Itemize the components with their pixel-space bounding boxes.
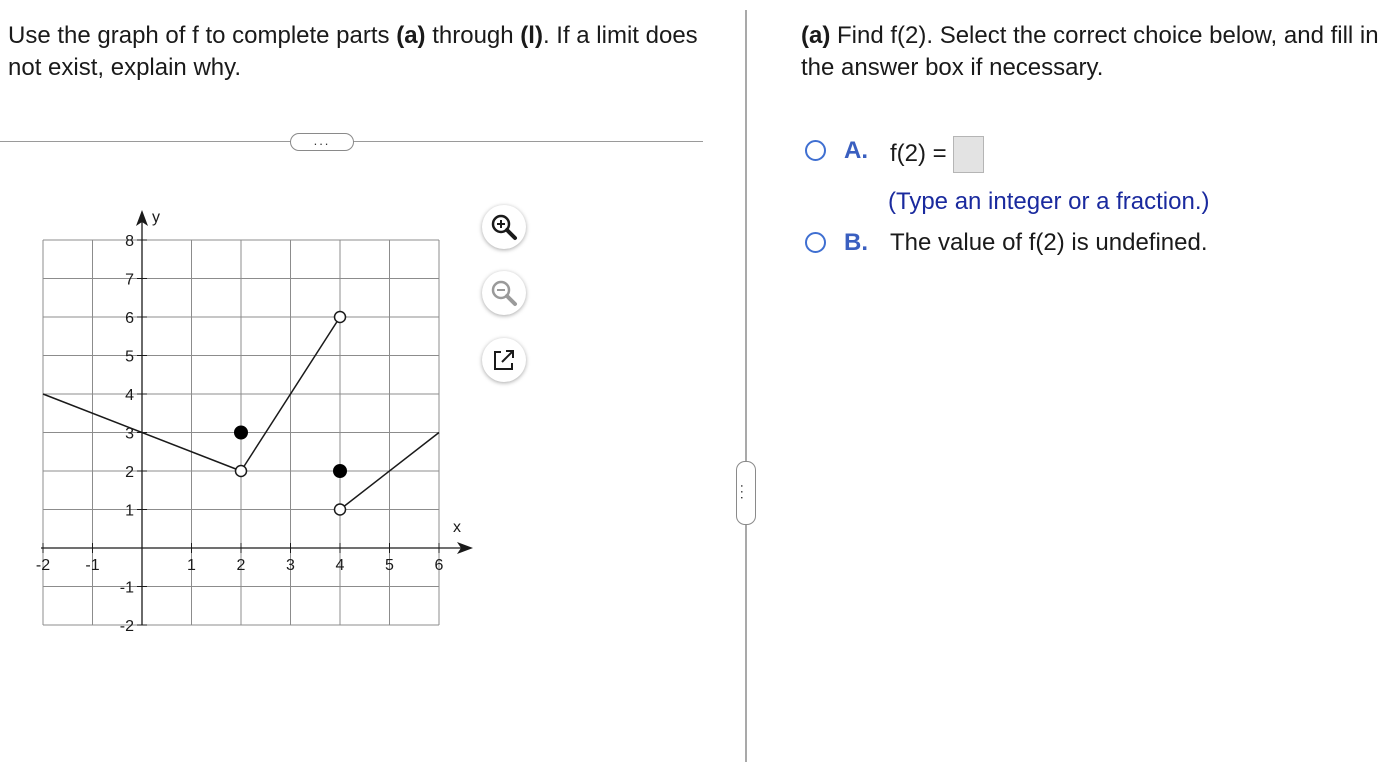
popout-button[interactable] bbox=[482, 338, 526, 382]
y-tick-label: 8 bbox=[125, 233, 134, 250]
right-pane: (a) Find f(2). Select the correct choice… bbox=[747, 0, 1392, 762]
y-tick-label: 2 bbox=[125, 464, 134, 481]
x-tick-label: -1 bbox=[85, 557, 99, 574]
x-tick-label: 6 bbox=[435, 557, 444, 574]
function-graph: xy-2 -1 1 2 3 4 5 687654321-1-2 bbox=[36, 209, 473, 635]
x-tick-label: 1 bbox=[187, 557, 196, 574]
open-point bbox=[234, 464, 248, 478]
y-axis-label: y bbox=[152, 209, 160, 226]
open-point bbox=[333, 310, 347, 324]
choice-a-body: f(2) = (Type an integer or a fraction.) bbox=[888, 136, 1210, 217]
closed-point bbox=[234, 425, 248, 440]
zoom-in-icon bbox=[491, 214, 517, 240]
radio-a[interactable] bbox=[805, 140, 826, 161]
y-tick-label: 6 bbox=[125, 310, 134, 327]
y-tick-label: 4 bbox=[125, 387, 134, 404]
question-part: (a) bbox=[801, 22, 831, 49]
y-tick-label: -2 bbox=[120, 618, 134, 635]
open-point bbox=[333, 503, 347, 516]
choice-a[interactable]: A. f(2) = (Type an integer or a fraction… bbox=[805, 136, 1210, 217]
question-body: Find f(2). Select the correct choice bel… bbox=[801, 22, 1379, 81]
x-tick-label: 4 bbox=[336, 557, 345, 574]
choice-a-label: f(2) = bbox=[890, 139, 947, 167]
popout-icon bbox=[494, 350, 514, 370]
x-tick-label: 5 bbox=[385, 557, 394, 574]
x-axis-label: x bbox=[453, 519, 461, 536]
y-tick-label: 7 bbox=[125, 272, 134, 289]
question-text: (a) Find f(2). Select the correct choice… bbox=[801, 20, 1381, 84]
x-tick-label: 3 bbox=[286, 557, 295, 574]
left-pane: Use the graph of f to complete parts (a)… bbox=[0, 0, 745, 762]
x-tick-label: 2 bbox=[237, 557, 246, 574]
y-tick-label: -1 bbox=[120, 580, 134, 597]
x-tick-label: -2 bbox=[36, 557, 50, 574]
choice-b-letter: B. bbox=[844, 229, 868, 256]
zoom-in-button[interactable] bbox=[482, 205, 526, 249]
radio-b[interactable] bbox=[805, 232, 826, 253]
y-tick-label: 1 bbox=[125, 503, 134, 520]
choice-a-letter: A. bbox=[844, 137, 868, 164]
closed-point bbox=[333, 464, 347, 478]
zoom-out-icon bbox=[491, 280, 517, 306]
y-tick-label: 5 bbox=[125, 349, 134, 366]
choice-b[interactable]: B. The value of f(2) is undefined. bbox=[805, 228, 1208, 258]
answer-input[interactable] bbox=[952, 136, 984, 173]
choice-a-hint: (Type an integer or a fraction.) bbox=[888, 188, 1210, 215]
zoom-out-button[interactable] bbox=[482, 271, 526, 315]
choice-b-text: The value of f(2) is undefined. bbox=[890, 229, 1208, 256]
